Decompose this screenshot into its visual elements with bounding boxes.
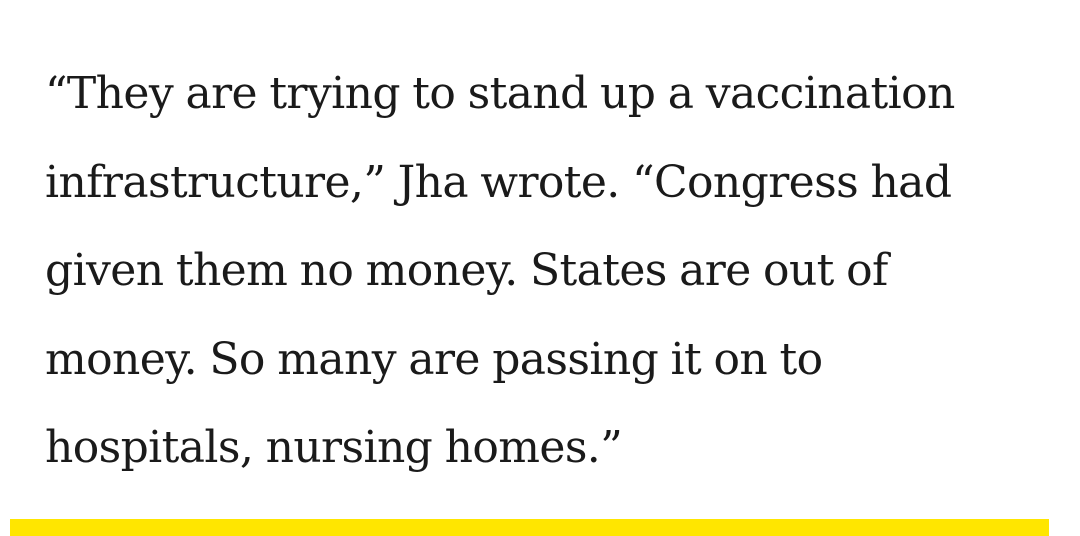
paragraph-line: hospitals, nursing homes.” [45, 422, 623, 473]
article-body: “They are trying to stand up a vaccinati… [45, 50, 1055, 493]
accent-divider-bar [10, 519, 1049, 536]
paragraph-line: money. So many are passing it on to [45, 333, 823, 385]
quote-paragraph: “They are trying to stand up a vaccinati… [45, 50, 1055, 493]
paragraph-line: “They are trying to stand up a vaccinati… [45, 68, 955, 119]
paragraph-line: given them no money. States are out of [45, 245, 888, 296]
paragraph-line: infrastructure,” Jha wrote. “Congress ha… [45, 156, 952, 208]
